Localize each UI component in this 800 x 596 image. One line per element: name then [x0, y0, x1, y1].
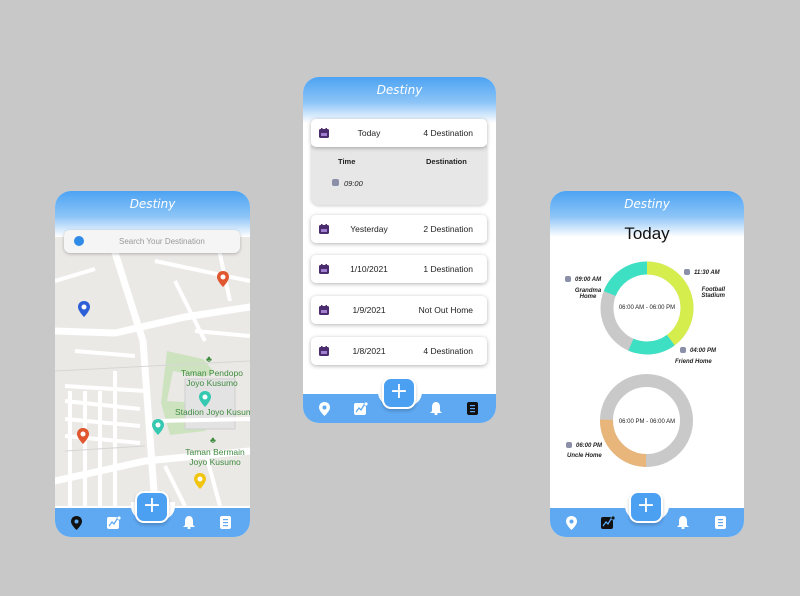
place-label: Grandma Home [574, 288, 602, 300]
map-screen: ♣ ♣ Taman Pendopo Joyo Kusumo Stadion Jo… [55, 191, 250, 537]
clock-icon [684, 269, 690, 275]
chart-icon[interactable] [601, 516, 615, 529]
list-item-label: Today [357, 128, 381, 138]
list-item[interactable]: 1/8/2021 4 Destination [311, 337, 487, 365]
add-button[interactable]: + [382, 377, 416, 409]
app-title: Destiny [624, 197, 670, 211]
list-item[interactable]: Yesterday 2 Destination [311, 215, 487, 243]
list-item-value: Not Out Home [418, 305, 473, 315]
time-label: 04:00 PM [690, 348, 717, 354]
tree-icon: ♣ [210, 435, 216, 445]
clock-icon [566, 442, 572, 448]
map-pin-icon[interactable] [199, 391, 211, 407]
calendar-icon [319, 224, 329, 234]
time-label: 11:30 AM [694, 270, 720, 276]
list-item-value: 2 Destination [423, 224, 473, 234]
night-range-label: 06:00 PM - 06:00 AM [618, 419, 676, 425]
time-header: Time [338, 157, 356, 166]
place-label: Friend Home [675, 359, 712, 365]
list-icon[interactable] [220, 516, 231, 529]
calendar-icon [319, 305, 329, 315]
list-icon[interactable] [467, 402, 478, 415]
location-pin-icon[interactable] [71, 516, 82, 530]
map-pin-icon[interactable] [77, 428, 89, 444]
time-label: 06:00 PM [576, 443, 603, 449]
place-label: Uncle Home [567, 453, 602, 459]
bell-icon[interactable] [183, 516, 195, 529]
app-title: Destiny [129, 197, 176, 211]
calendar-icon [319, 264, 329, 274]
add-button[interactable]: + [135, 491, 169, 523]
location-dot-icon [74, 236, 84, 246]
location-pin-icon[interactable] [319, 402, 330, 416]
today-detail-panel: Time Destination 09:00 [311, 145, 487, 205]
map-label-stadion: Stadion Joyo Kusumo [175, 407, 250, 417]
list-item-today[interactable]: Today 4 Destination [311, 119, 487, 147]
map-view[interactable]: ♣ ♣ Taman Pendopo Joyo Kusumo Stadion Jo… [55, 221, 250, 506]
clock-icon [565, 276, 571, 282]
map-label-bermain: Taman Bermain Joyo Kusumo [185, 447, 245, 467]
time-value: 09:00 [344, 179, 363, 188]
list-item-label: 1/8/2021 [352, 346, 386, 356]
list-icon[interactable] [715, 516, 726, 529]
history-screen: Destiny Time Destination 09:00 Today 4 D… [303, 77, 496, 423]
clock-icon [332, 179, 339, 186]
map-pin-icon[interactable] [152, 419, 164, 435]
time-label: 09:00 AM [575, 277, 602, 283]
chart-icon[interactable] [107, 516, 121, 529]
bell-icon[interactable] [677, 516, 689, 529]
location-pin-icon[interactable] [566, 516, 577, 530]
search-input[interactable]: Search Your Destination [64, 230, 240, 253]
search-placeholder: Search Your Destination [119, 237, 205, 246]
clock-icon [680, 347, 686, 353]
chart-icon[interactable] [354, 402, 368, 415]
map-pin-icon[interactable] [194, 473, 206, 489]
stats-screen: Destiny Today 06:00 AM - 06:00 PM 09:00 … [550, 191, 744, 537]
list-item-label: 1/9/2021 [352, 305, 386, 315]
calendar-icon [319, 346, 329, 356]
list-item-value: 4 Destination [423, 128, 473, 138]
day-range-label: 06:00 AM - 06:00 PM [618, 305, 676, 311]
calendar-icon [319, 128, 329, 138]
map-pin-icon[interactable] [78, 301, 90, 317]
destination-header: Destination [426, 157, 467, 166]
place-label: Football Stadium [701, 287, 725, 299]
page-title: Today [624, 224, 670, 243]
app-title: Destiny [376, 83, 423, 97]
tree-icon: ♣ [206, 354, 212, 364]
add-button[interactable]: + [629, 491, 663, 523]
map-pin-icon[interactable] [217, 271, 229, 287]
list-item-label: Yesterday [350, 224, 388, 234]
list-item[interactable]: 1/9/2021 Not Out Home [311, 296, 487, 324]
list-item-value: 1 Destination [423, 264, 473, 274]
map-label-pendopo: Taman Pendopo Joyo Kusumo [181, 368, 243, 388]
list-item-label: 1/10/2021 [350, 264, 388, 274]
bell-icon[interactable] [430, 402, 442, 415]
list-item[interactable]: 1/10/2021 1 Destination [311, 255, 487, 283]
list-item-value: 4 Destination [423, 346, 473, 356]
